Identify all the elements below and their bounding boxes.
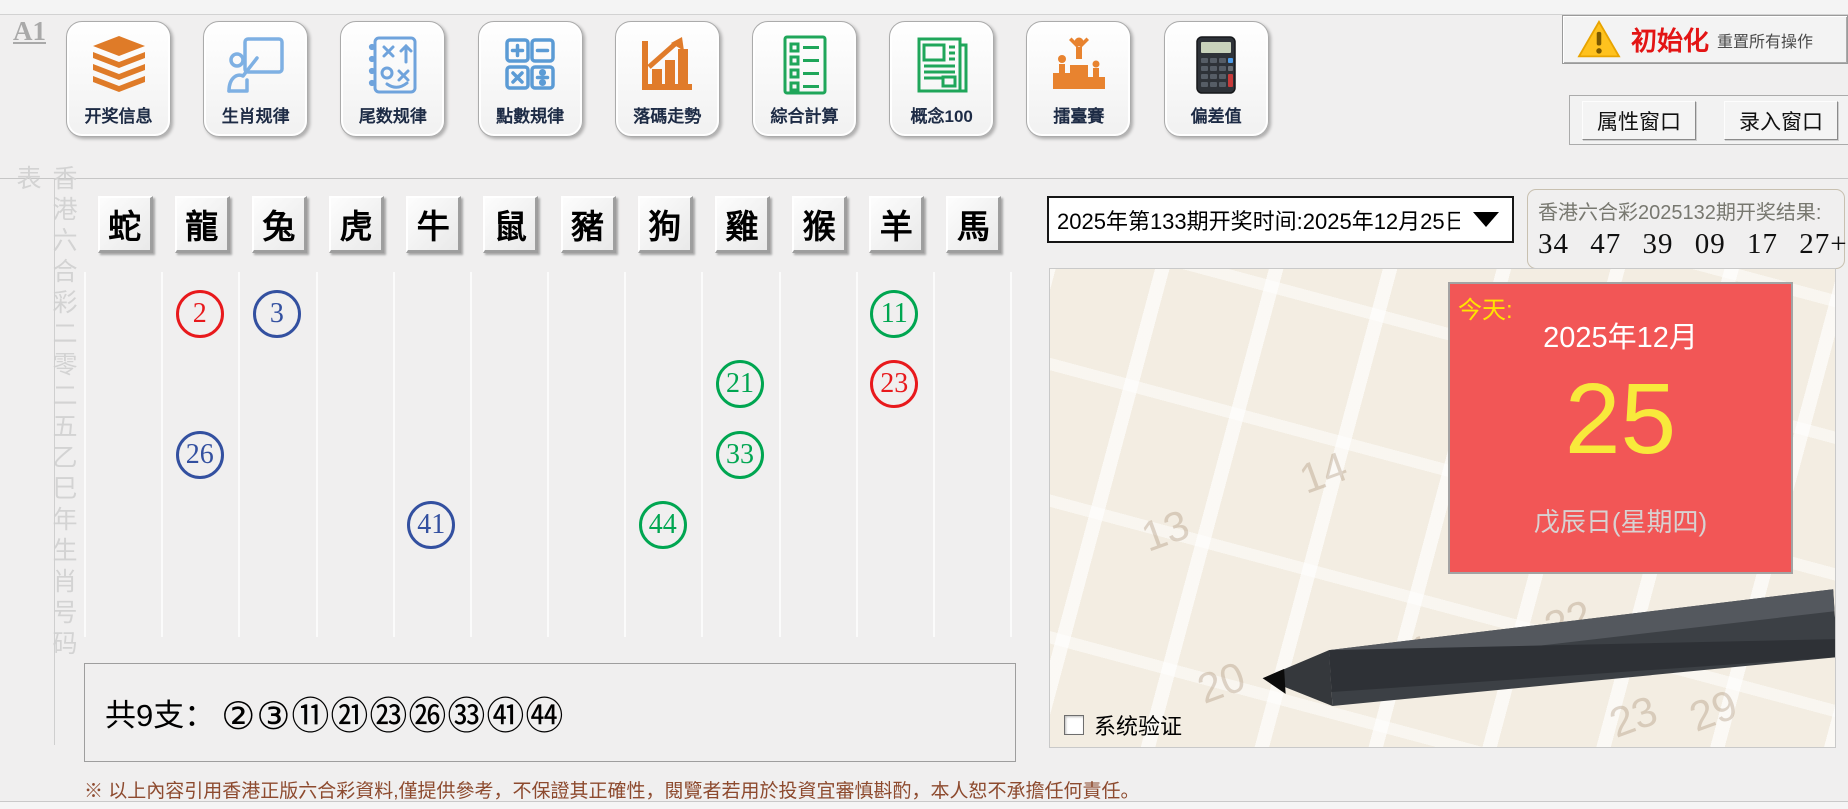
grid-column-line xyxy=(1010,272,1013,637)
chevron-down-icon xyxy=(1473,212,1499,227)
draw-result-numbers: 34 47 39 09 17 27+46 xyxy=(1538,228,1848,260)
zodiac-button-9[interactable]: 雞 xyxy=(714,196,770,253)
math-grid-icon xyxy=(495,30,565,100)
toolbar-button-strategy[interactable]: 尾数规律 xyxy=(340,21,446,137)
grid-column-line xyxy=(392,272,395,637)
number-ball-44: 44 xyxy=(638,500,687,549)
zodiac-button-8[interactable]: 狗 xyxy=(637,196,693,253)
toolbar-button-math-grid[interactable]: 點數規律 xyxy=(477,21,583,137)
draw-result-panel: 香港六合彩2025132期开奖结果: 34 47 39 09 17 27+46 xyxy=(1527,189,1848,269)
disclaimer-text: ※ 以上內容引用香港正版六合彩資料,僅提供參考，不保證其正確性，閱覽者若用於投資… xyxy=(84,781,1140,802)
toolbar-button-bar-chart[interactable]: 落碼走勢 xyxy=(614,21,720,137)
period-dropdown[interactable]: 2025年第133期开奖时间:2025年12月25日(星期四) xyxy=(1047,196,1514,243)
period-dropdown-value: 2025年第133期开奖时间:2025年12月25日(星期四) xyxy=(1057,208,1514,234)
number-ball-33: 33 xyxy=(715,430,764,479)
zodiac-button-12[interactable]: 馬 xyxy=(946,196,1002,253)
toolbar-button-label: 概念100 xyxy=(910,107,973,126)
draw-result-title: 香港六合彩2025132期开奖结果: xyxy=(1538,202,1822,224)
bar-chart-icon xyxy=(632,30,702,100)
system-verify-checkbox[interactable] xyxy=(1064,715,1084,735)
system-verify-row[interactable]: 系统验证 xyxy=(1064,709,1182,741)
calendar-photo-panel: 131420212223293 今天: 2025年12月 25 戊辰日(星期四)… xyxy=(1049,268,1836,748)
zodiac-button-3[interactable]: 兔 xyxy=(251,196,307,253)
grid-column-line xyxy=(238,272,241,637)
toolbar-button-label: 偏差值 xyxy=(1190,107,1242,126)
grid-column-line xyxy=(315,272,318,637)
summary-numbers: ②③⑪㉑㉓㉖㉝㊶㊹ xyxy=(221,696,565,738)
number-ball-3: 3 xyxy=(252,290,301,338)
checklist-icon xyxy=(770,30,840,100)
zodiac-button-5[interactable]: 牛 xyxy=(406,196,462,253)
number-ball-26: 26 xyxy=(175,430,224,479)
grid-column-line xyxy=(932,272,935,637)
newspaper-icon xyxy=(907,30,977,100)
today-card: 今天: 2025年12月 25 戊辰日(星期四) xyxy=(1448,282,1793,574)
grid-column-line xyxy=(161,272,164,637)
toolbar-button-label: 生肖规律 xyxy=(221,107,290,126)
books-icon xyxy=(84,30,154,100)
toolbar-button-newspaper[interactable]: 概念100 xyxy=(889,21,995,137)
grid-column-line xyxy=(469,272,472,637)
app-logo: A1 xyxy=(13,16,46,46)
window-buttons-group: 属性窗口 录入窗口 xyxy=(1569,95,1848,145)
today-day-detail: 戊辰日(星期四) xyxy=(1533,507,1708,537)
podium-icon xyxy=(1044,30,1114,100)
strategy-icon xyxy=(358,30,428,100)
grid-column-line xyxy=(701,272,704,637)
today-day-number: 25 xyxy=(1564,363,1677,475)
dropdown-arrow-button[interactable] xyxy=(1460,198,1512,241)
left-frame-line xyxy=(54,179,55,745)
left-vertical-caption: 香港六合彩二零二五乙巳年生肖号码表 xyxy=(13,165,77,661)
toolbar-separator xyxy=(0,178,1848,179)
system-verify-label: 系统验证 xyxy=(1094,714,1183,739)
initialize-label: 初始化 xyxy=(1631,26,1710,56)
initialize-subtext: 重置所有操作 xyxy=(1717,33,1814,51)
toolbar-button-books[interactable]: 开奖信息 xyxy=(66,21,171,137)
zodiac-button-10[interactable]: 猴 xyxy=(792,196,848,253)
zodiac-button-11[interactable]: 羊 xyxy=(869,196,925,253)
toolbar-button-label: 點數規律 xyxy=(496,107,565,126)
zodiac-button-6[interactable]: 鼠 xyxy=(483,196,539,253)
number-ball-23: 23 xyxy=(870,360,919,409)
entry-window-button[interactable]: 录入窗口 xyxy=(1724,101,1838,140)
grid-column-line xyxy=(778,272,781,637)
zodiac-button-4[interactable]: 虎 xyxy=(329,196,385,253)
warning-icon xyxy=(1577,19,1621,57)
grid-column-line xyxy=(84,272,86,637)
number-ball-11: 11 xyxy=(870,290,919,338)
toolbar-button-label: 綜合計算 xyxy=(770,107,839,126)
toolbar-button-label: 擂臺賽 xyxy=(1053,107,1105,126)
zodiac-button-1[interactable]: 蛇 xyxy=(97,196,153,253)
toolbar-button-checklist[interactable]: 綜合計算 xyxy=(752,21,857,137)
number-ball-2: 2 xyxy=(175,290,224,338)
toolbar-button-calculator[interactable]: 偏差值 xyxy=(1163,21,1269,137)
summary-count-label: 共9支： xyxy=(105,698,216,733)
summary-box: 共9支： ②③⑪㉑㉓㉖㉝㊶㊹ xyxy=(84,663,1016,762)
today-month: 2025年12月 xyxy=(1543,322,1698,354)
grid-column-line xyxy=(624,272,627,637)
toolbar-button-presenter[interactable]: 生肖规律 xyxy=(203,21,309,137)
number-ball-41: 41 xyxy=(407,500,456,549)
properties-window-button[interactable]: 属性窗口 xyxy=(1582,101,1696,140)
zodiac-button-7[interactable]: 豬 xyxy=(560,196,616,253)
initialize-button[interactable]: 初始化 重置所有操作 xyxy=(1562,15,1848,64)
toolbar-button-label: 尾数规律 xyxy=(358,107,427,126)
number-ball-21: 21 xyxy=(715,360,764,409)
grid-column-line xyxy=(547,272,550,637)
toolbar-button-label: 开奖信息 xyxy=(84,107,153,126)
grid-column-line xyxy=(855,272,858,637)
window-top-strip xyxy=(0,0,1848,15)
app-window: { "logo": "A1", "toolbar": [ {"label": "… xyxy=(0,0,1848,809)
zodiac-button-2[interactable]: 龍 xyxy=(174,196,230,253)
toolbar-button-podium[interactable]: 擂臺賽 xyxy=(1026,21,1132,137)
presenter-icon xyxy=(221,30,291,100)
calculator-icon xyxy=(1181,30,1251,100)
toolbar-button-label: 落碼走勢 xyxy=(633,107,702,126)
